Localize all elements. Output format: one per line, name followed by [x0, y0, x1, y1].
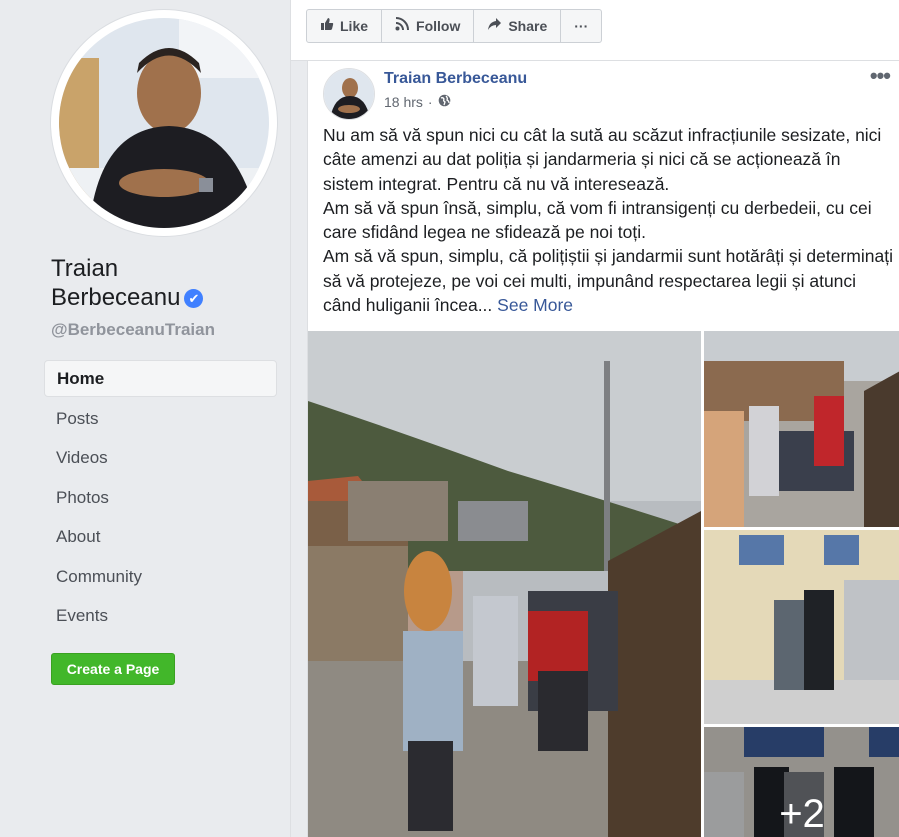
nav-item-events[interactable]: Events	[44, 597, 277, 634]
post-paragraph-2: Am să vă spun însă, simplu, că vom fi in…	[323, 197, 872, 243]
nav-item-about[interactable]: About	[44, 518, 277, 555]
rss-follow-icon	[395, 10, 410, 42]
post-meta: 18 hrs ·	[384, 94, 451, 110]
post-body: Nu am să vă spun nici cu cât la sută au …	[323, 123, 895, 317]
post-timestamp[interactable]: 18 hrs	[384, 94, 423, 110]
share-label: Share	[508, 18, 548, 34]
follow-label: Follow	[416, 18, 461, 34]
nav-item-community[interactable]: Community	[44, 558, 277, 595]
post-more-button[interactable]: •••	[870, 63, 891, 89]
nav-item-photos[interactable]: Photos	[44, 479, 277, 516]
meta-separator: ·	[427, 94, 433, 110]
share-button[interactable]: Share	[474, 10, 562, 42]
photo-4[interactable]: +2	[704, 727, 899, 837]
verified-badge-icon: ✔	[184, 289, 204, 308]
thumbs-up-icon	[320, 10, 334, 42]
like-button[interactable]: Like	[307, 10, 383, 42]
profile-picture[interactable]	[51, 10, 277, 236]
follow-button[interactable]: Follow	[382, 10, 475, 42]
page-handle[interactable]: @BerbeceanuTraian	[51, 320, 215, 340]
more-photos-overlay[interactable]: +2	[704, 727, 899, 837]
share-arrow-icon	[487, 10, 502, 42]
photo-2[interactable]	[704, 331, 899, 527]
post-paragraph-3: Am să vă spun, simplu, că polițiștii și …	[323, 244, 895, 317]
main-photo[interactable]	[308, 331, 701, 837]
post-media-grid: +2	[308, 331, 899, 837]
post-card: Traian Berbeceanu 18 hrs · ••• Nu am să …	[307, 61, 899, 837]
page-title-line1: Traian	[51, 255, 119, 282]
more-options-button[interactable]: ···	[561, 10, 601, 42]
create-page-button[interactable]: Create a Page	[51, 653, 175, 685]
nav-item-videos[interactable]: Videos	[44, 439, 277, 476]
action-button-group: Like Follow Share ···	[306, 9, 603, 43]
nav-item-home[interactable]: Home	[44, 360, 277, 397]
globe-icon	[438, 94, 451, 110]
profile-photo	[59, 18, 269, 228]
photo-3[interactable]	[704, 530, 899, 724]
see-more-link[interactable]: See More	[497, 295, 573, 315]
post-author-name[interactable]: Traian Berbeceanu	[384, 70, 527, 88]
like-label: Like	[340, 18, 369, 34]
page-title: Traian Berbeceanu ✔	[51, 254, 281, 312]
page-title-line2: Berbeceanu	[51, 284, 181, 311]
nav-item-posts[interactable]: Posts	[44, 400, 277, 437]
post-paragraph-3-text: Am să vă spun, simplu, că polițiștii și …	[323, 246, 893, 316]
page-nav: Home Posts Videos Photos About Community…	[44, 360, 277, 637]
post-paragraph-1: Nu am să vă spun nici cu cât la sută au …	[323, 125, 882, 194]
post-author-avatar[interactable]	[323, 68, 375, 120]
left-sidebar: Traian Berbeceanu ✔ @BerbeceanuTraian Hom…	[0, 0, 291, 837]
page-action-bar: Like Follow Share ···	[291, 0, 899, 61]
